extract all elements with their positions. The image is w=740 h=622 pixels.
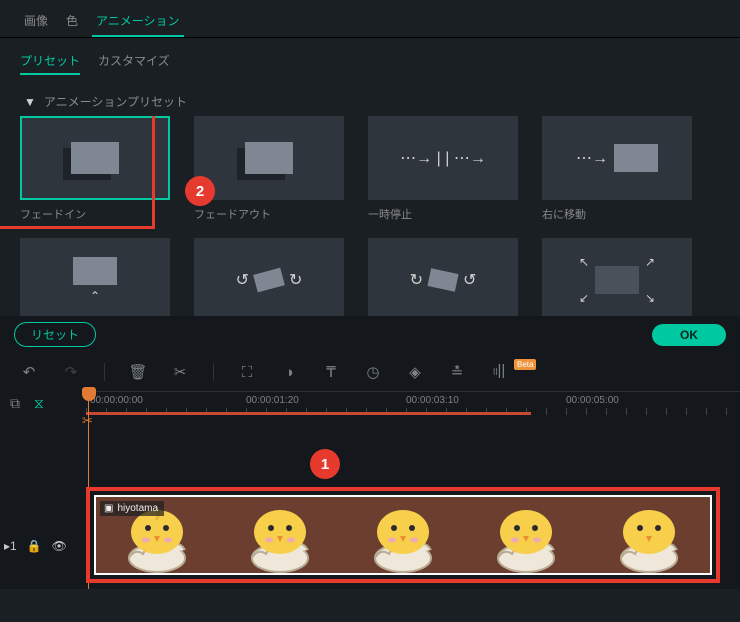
annotation-box-clip: ▣ hiyotama [86,487,720,583]
preset-item[interactable]: ⌃ [20,238,170,316]
crop-icon[interactable]: ⛶ [238,363,256,381]
image-icon: ▣ [104,503,113,514]
preset-pause[interactable]: ⋯→ | | ⋯→ 一時停止 [368,116,518,222]
reset-button[interactable]: リセット [14,322,96,347]
tab-image[interactable]: 画像 [20,6,52,37]
annotation-marker-1: 1 [310,449,340,479]
preset-fade-in[interactable]: フェードイン [20,116,170,222]
link-icon[interactable]: ⧖ [34,395,44,412]
preset-move-right[interactable]: ⋯→ 右に移動 [542,116,692,222]
timeline-clip[interactable]: ▣ hiyotama [94,495,712,575]
speed-icon[interactable]: ◷ [364,363,382,381]
ruler-tick: 00:00:03:10 [406,395,459,406]
ruler-range [86,412,531,415]
preset-label: フェードイン [20,206,170,222]
text-icon[interactable]: ₸ [322,363,340,381]
preset-label: 右に移動 [542,206,692,222]
clip-name: hiyotama [117,503,158,514]
copy-icon[interactable]: ⧉ [10,395,20,412]
undo-icon[interactable]: ↶ [20,363,38,381]
preset-fade-out[interactable]: フェードアウト [194,116,344,222]
lock-icon[interactable]: 🔒 [27,539,42,553]
tab-preset[interactable]: プリセット [20,48,80,75]
ruler-tick: 00:00:01:20 [246,395,299,406]
palette-icon[interactable]: ◑ [280,363,298,381]
chevron-down-icon: ▼ [24,95,36,109]
audio-icon[interactable]: ၊၊|| [490,363,508,381]
keyframe-icon[interactable]: ◈ [406,363,424,381]
preset-item[interactable]: ↻ ↺ [368,238,518,316]
section-animation-preset[interactable]: ▼ アニメーションプリセット [0,79,740,116]
redo-icon[interactable]: ↷ [62,363,80,381]
preset-item[interactable]: ↺ ↻ [194,238,344,316]
delete-icon[interactable]: 🗑 [129,363,147,381]
ruler-tick: 00:00:00:00 [90,395,143,406]
preset-item[interactable]: ↖ ↗ ↙ ↘ [542,238,692,316]
preset-label: 一時停止 [368,206,518,222]
timeline-ruler[interactable]: 00:00:00:00 00:00:01:20 00:00:03:10 00:0… [86,391,740,415]
cut-icon[interactable]: ✂ [171,363,189,381]
adjust-icon[interactable]: ≛ [448,363,466,381]
tab-color[interactable]: 色 [62,6,82,37]
tab-customize[interactable]: カスタマイズ [98,48,170,75]
section-title: アニメーションプリセット [44,93,187,110]
eye-icon[interactable]: 👁 [52,539,67,553]
beta-badge: Beta [514,359,536,370]
ok-button[interactable]: OK [652,324,726,346]
preset-label: フェードアウト [194,206,344,222]
ruler-tick: 00:00:05:00 [566,395,619,406]
track-toggle-icon[interactable]: ▸1 [4,539,17,553]
tab-animation[interactable]: アニメーション [92,6,184,37]
